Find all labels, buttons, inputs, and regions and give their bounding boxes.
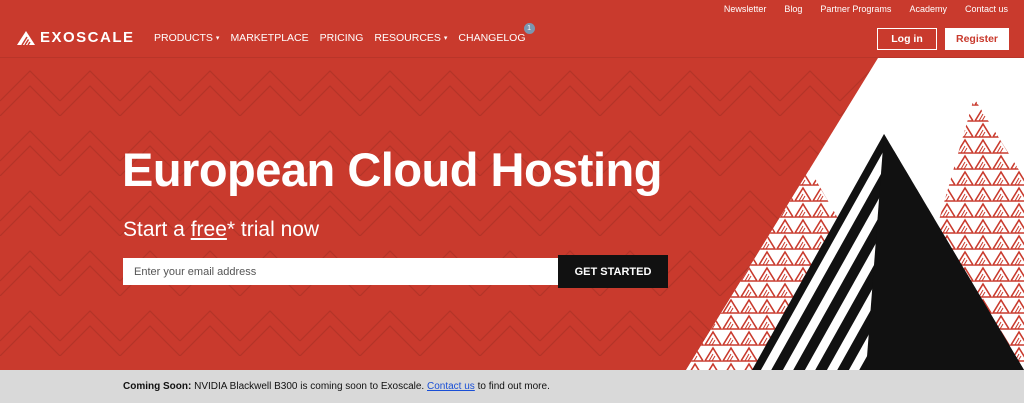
- nav-item-label: PRODUCTS: [154, 32, 213, 44]
- mountains-illustration: [686, 58, 1024, 370]
- topbar-link-contact[interactable]: Contact us: [965, 4, 1008, 14]
- primary-nav-items: PRODUCTS ▾ MARKETPLACE PRICING RESOURCES…: [154, 23, 535, 44]
- topbar-link-partner-programs[interactable]: Partner Programs: [820, 4, 891, 14]
- contact-us-link[interactable]: Contact us: [427, 381, 475, 392]
- announcement-text: Coming Soon: NVIDIA Blackwell B300 is co…: [123, 381, 550, 392]
- get-started-button[interactable]: GET STARTED: [558, 255, 668, 288]
- topbar-link-blog[interactable]: Blog: [784, 4, 802, 14]
- nav-item-resources[interactable]: RESOURCES ▾: [374, 32, 447, 44]
- main-nav: EXOSCALE PRODUCTS ▾ MARKETPLACE PRICING …: [0, 18, 1024, 58]
- nav-item-label: CHANGELOG: [458, 32, 526, 44]
- announcement-suffix: to find out more.: [474, 381, 550, 392]
- chevron-down-icon: ▾: [215, 35, 220, 42]
- nav-item-marketplace[interactable]: MARKETPLACE: [230, 32, 308, 44]
- utility-nav: Newsletter Blog Partner Programs Academy…: [724, 0, 1024, 18]
- hero-section: Newsletter Blog Partner Programs Academy…: [0, 0, 1024, 370]
- nav-item-pricing[interactable]: PRICING: [320, 32, 364, 44]
- changelog-count-badge: 1: [523, 23, 535, 34]
- announcement-label: Coming Soon:: [123, 381, 192, 392]
- nav-item-changelog[interactable]: CHANGELOG 1: [458, 23, 535, 44]
- hero-subheadline: Start a free* trial now: [123, 218, 319, 242]
- chevron-down-icon: ▾: [443, 35, 448, 42]
- register-button[interactable]: Register: [945, 28, 1009, 50]
- exoscale-logo[interactable]: EXOSCALE: [16, 29, 135, 46]
- announcement-banner: Coming Soon: NVIDIA Blackwell B300 is co…: [0, 370, 1024, 403]
- logo-wordmark: EXOSCALE: [40, 29, 135, 46]
- nav-item-label: PRICING: [319, 32, 364, 44]
- topbar-link-newsletter[interactable]: Newsletter: [724, 4, 767, 14]
- nav-item-label: RESOURCES: [374, 32, 441, 44]
- free-trial-link[interactable]: free: [191, 218, 227, 241]
- subheadline-suffix: * trial now: [226, 218, 320, 241]
- nav-item-products[interactable]: PRODUCTS ▾: [154, 32, 219, 44]
- hero-headline: European Cloud Hosting: [122, 143, 662, 196]
- logo-mountain-icon: [17, 30, 35, 45]
- subheadline-prefix: Start a: [123, 218, 191, 241]
- topbar-link-academy[interactable]: Academy: [909, 4, 947, 14]
- email-input[interactable]: [123, 258, 558, 285]
- announcement-message: NVIDIA Blackwell B300 is coming soon to …: [191, 381, 427, 392]
- nav-item-label: MARKETPLACE: [230, 32, 309, 44]
- login-button[interactable]: Log in: [877, 28, 937, 50]
